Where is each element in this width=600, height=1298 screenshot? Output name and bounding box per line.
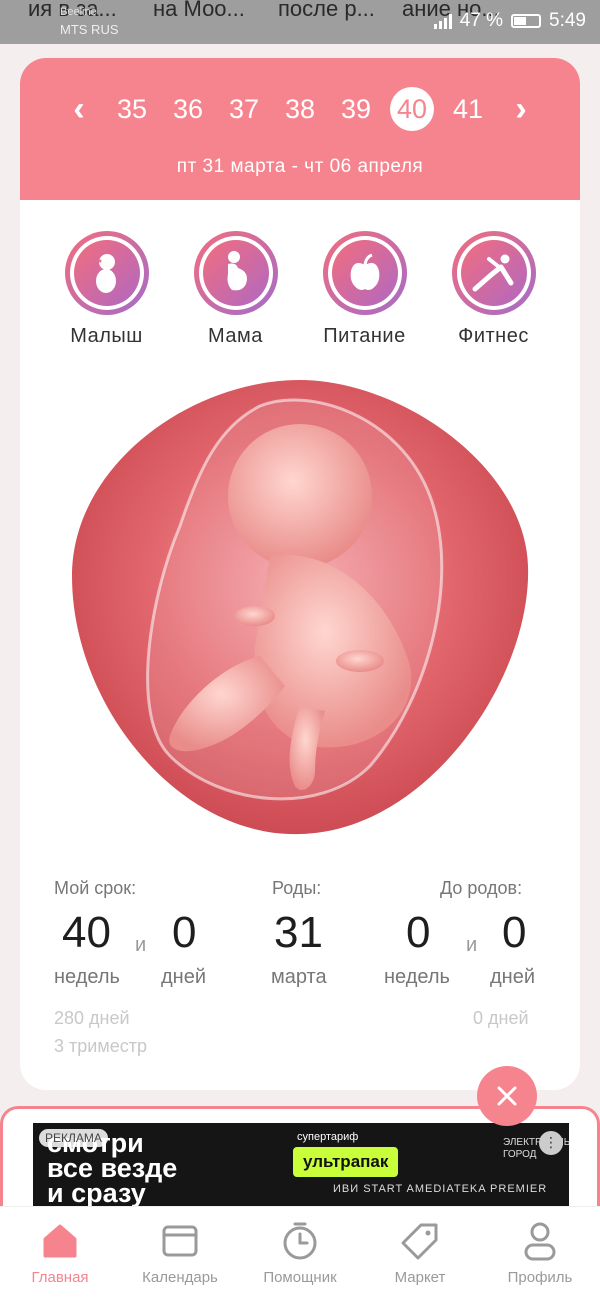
- category-label: Мама: [208, 325, 263, 347]
- carrier-name-secondary: Beeline: [60, 6, 97, 18]
- my-term-days-unit: дней: [161, 966, 207, 988]
- week-38[interactable]: 38: [278, 87, 322, 131]
- nav-label: Помощник: [263, 1269, 337, 1286]
- ad-label-badge: РЕКЛАМА: [39, 1129, 108, 1147]
- ad-tariff-name: ультрапак: [293, 1147, 399, 1177]
- until-birth-total-days: 0 дней: [473, 1008, 529, 1028]
- baby-icon: [95, 254, 116, 293]
- fitness-icon: [472, 254, 513, 292]
- week-selector-header: ‹ 35 36 37 38 39 40 41 › пт 31 марта - ч…: [20, 58, 580, 200]
- week-36[interactable]: 36: [166, 87, 210, 131]
- notification-preview: после р...: [278, 0, 375, 21]
- battery-icon: [511, 14, 542, 28]
- pregnant-mom-icon: [227, 251, 247, 291]
- category-mom[interactable]: Мама: [181, 231, 291, 348]
- total-days-text: 280 дней: [54, 1008, 130, 1028]
- nav-profile[interactable]: Профиль: [480, 1221, 600, 1286]
- profile-icon: [524, 1222, 556, 1261]
- my-term-label: Мой срок:: [54, 878, 137, 898]
- apple-icon: [350, 253, 379, 290]
- nav-label: Маркет: [394, 1269, 446, 1286]
- week-39[interactable]: 39: [334, 87, 378, 131]
- clock: 5:49: [549, 10, 586, 31]
- fetus-illustration: [72, 380, 529, 835]
- week-35[interactable]: 35: [110, 87, 154, 131]
- nav-home[interactable]: Главная: [0, 1221, 120, 1286]
- week-41[interactable]: 41: [446, 87, 490, 131]
- my-term-weeks-value: 40: [62, 908, 111, 957]
- nav-market[interactable]: Маркет: [360, 1221, 480, 1286]
- category-label: Питание: [323, 325, 406, 347]
- until-birth-label: До родов:: [440, 878, 523, 898]
- nav-calendar[interactable]: Календарь: [120, 1221, 240, 1286]
- until-birth-weeks-value: 0: [406, 908, 431, 957]
- tag-icon: [401, 1223, 438, 1260]
- nav-label: Профиль: [507, 1269, 573, 1286]
- my-term-days-value: 0: [172, 908, 197, 957]
- category-label: Малыш: [70, 325, 143, 347]
- close-ad-button[interactable]: [477, 1066, 537, 1126]
- home-icon: [43, 1224, 77, 1258]
- battery-percent: 47 %: [459, 10, 504, 31]
- category-baby[interactable]: Малыш: [52, 231, 162, 348]
- and-text: и: [466, 934, 478, 956]
- trimester-text: 3 триместр: [54, 1036, 147, 1056]
- status-bar: ия в за... на Моо... после р... ание но.…: [0, 0, 600, 44]
- my-term-weeks-unit: недель: [54, 966, 120, 988]
- category-fitness[interactable]: Фитнес: [439, 231, 549, 348]
- nav-label: Главная: [31, 1269, 89, 1286]
- nav-label: Календарь: [142, 1269, 218, 1286]
- close-icon: [497, 1086, 517, 1106]
- until-birth-days-value: 0: [502, 908, 527, 957]
- prev-week-button[interactable]: ‹: [59, 90, 99, 129]
- status-icons: 47 % 5:49: [433, 10, 586, 32]
- birth-day-value: 31: [274, 908, 323, 957]
- week-selector: ‹ 35 36 37 38 39 40 41 ›: [20, 84, 580, 134]
- birth-month: марта: [271, 966, 327, 988]
- nav-assistant[interactable]: Помощник: [240, 1221, 360, 1286]
- signal-icon: [433, 13, 452, 29]
- carrier-name: MTS RUS: [60, 22, 119, 37]
- until-birth-days-unit: дней: [490, 966, 536, 988]
- next-week-button[interactable]: ›: [501, 90, 541, 129]
- category-label: Фитнес: [458, 325, 529, 347]
- ad-partners: ИВИ START AMEDIATEKA PREMIER: [333, 1183, 548, 1195]
- pregnancy-stats: Мой срок: 40 и 0 недель дней 280 дней 3 …: [20, 878, 580, 1078]
- calendar-icon: [162, 1225, 198, 1257]
- ad-more-icon[interactable]: ⋮: [539, 1131, 563, 1155]
- bottom-navigation: Главная Календарь Помощник Маркет Профил…: [0, 1206, 600, 1298]
- ad-banner[interactable]: смотри все везде и сразу РЕКЛАМА суперта…: [33, 1123, 569, 1207]
- timer-icon: [283, 1222, 317, 1260]
- ad-tariff-label: супертариф: [297, 1131, 359, 1143]
- category-row: Малыш Мама Питание Фитнес: [20, 231, 580, 348]
- and-text: и: [135, 934, 147, 956]
- week-37[interactable]: 37: [222, 87, 266, 131]
- until-birth-weeks-unit: недель: [384, 966, 450, 988]
- pregnancy-week-card: ‹ 35 36 37 38 39 40 41 › пт 31 марта - ч…: [20, 58, 580, 1090]
- week-date-range: пт 31 марта - чт 06 апреля: [176, 156, 424, 177]
- birth-label: Роды:: [272, 878, 322, 898]
- notification-preview: на Моо...: [153, 0, 245, 21]
- category-nutrition[interactable]: Питание: [310, 231, 420, 348]
- week-40-selected[interactable]: 40: [390, 87, 434, 131]
